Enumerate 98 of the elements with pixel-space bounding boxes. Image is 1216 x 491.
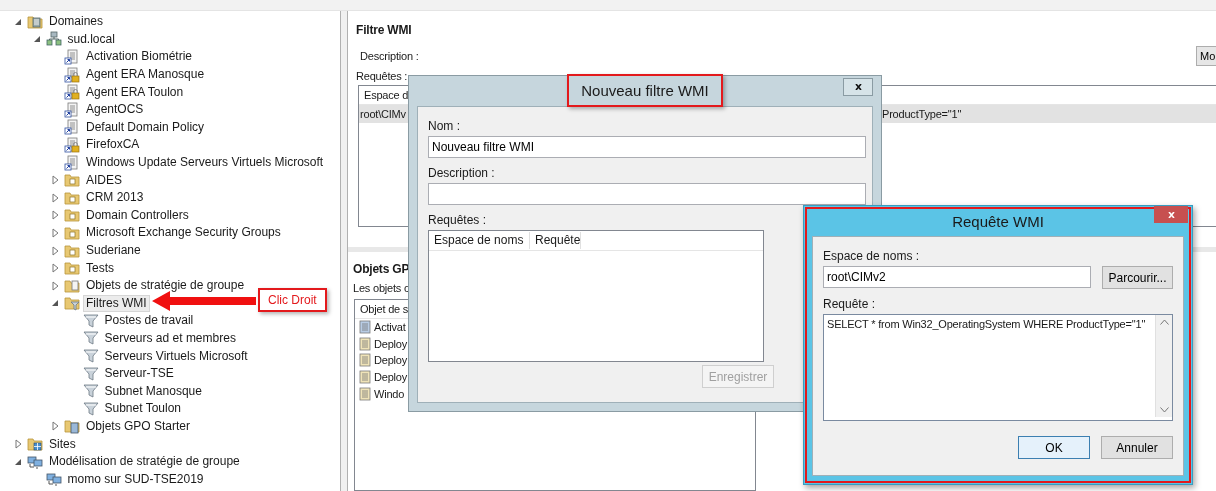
close-icon bbox=[1166, 211, 1176, 218]
close-button[interactable] bbox=[843, 78, 873, 96]
tree-item[interactable]: Objets GPO Starter bbox=[83, 417, 194, 435]
list-item[interactable]: Deploy bbox=[374, 337, 408, 350]
queries-label: Requêtes : bbox=[356, 70, 409, 82]
tree-item[interactable]: Suderiane bbox=[83, 242, 144, 259]
folder-document-icon bbox=[64, 418, 80, 435]
list-item[interactable]: Windo bbox=[374, 387, 405, 400]
expand-toggle[interactable] bbox=[49, 244, 61, 257]
field-label: Requête : bbox=[823, 297, 877, 311]
scroll-icon bbox=[358, 386, 372, 401]
folder-icon bbox=[64, 260, 80, 277]
expand-toggle[interactable] bbox=[49, 174, 61, 187]
tree-item[interactable]: Agent ERA Manosque bbox=[83, 66, 208, 84]
tree-item[interactable]: Microsoft Exchange Security Groups bbox=[83, 224, 284, 242]
folder-document-icon bbox=[64, 277, 80, 294]
funnel-icon bbox=[82, 348, 99, 365]
tree-item[interactable]: Domaines bbox=[46, 13, 107, 31]
scroll-icon bbox=[358, 320, 372, 335]
list-item[interactable]: Deploy bbox=[374, 371, 408, 384]
tree-item[interactable]: momo sur SUD-TSE2019 bbox=[64, 470, 207, 488]
tree-item[interactable]: Sites bbox=[46, 435, 79, 453]
funnel-icon bbox=[82, 312, 99, 329]
dialog-title: Nouveau filtre WMI bbox=[567, 73, 723, 107]
scroll-up-icon bbox=[1159, 319, 1169, 325]
description-field[interactable] bbox=[428, 183, 866, 205]
query-field[interactable]: SELECT * from Win32_OperatingSystem WHERE ProductType="1" bbox=[823, 314, 1173, 421]
column-header[interactable]: Requête bbox=[530, 232, 582, 249]
expand-toggle[interactable] bbox=[49, 420, 61, 433]
folder-grid-icon bbox=[27, 436, 43, 453]
funnel-icon bbox=[82, 383, 99, 400]
tree-item[interactable]: Subnet Toulon bbox=[101, 400, 184, 418]
dialog-title: Requête WMI bbox=[951, 211, 1045, 232]
table-cell-text: root\CIMv bbox=[359, 108, 407, 120]
section-title: Filtre WMI bbox=[356, 23, 413, 37]
folder-icon bbox=[64, 224, 80, 241]
tree-item[interactable]: sud.local bbox=[64, 30, 118, 48]
scrollbar[interactable] bbox=[1155, 315, 1172, 417]
tree-item[interactable]: AgentOCS bbox=[83, 101, 147, 119]
scroll-icon bbox=[358, 336, 372, 351]
tree-item[interactable]: Serveur-TSE bbox=[101, 365, 177, 383]
list-item[interactable]: Deploy bbox=[374, 354, 408, 367]
computers-icon bbox=[27, 453, 43, 470]
browse-button[interactable]: Parcourir... bbox=[1102, 266, 1173, 289]
namespace-field[interactable]: root\CIMv2 bbox=[823, 266, 1092, 288]
pane-splitter[interactable] bbox=[340, 11, 348, 491]
tree-item[interactable]: Activation Biométrie bbox=[83, 48, 196, 66]
tree-item[interactable]: Domain Controllers bbox=[83, 206, 192, 224]
scroll-down-icon bbox=[1159, 407, 1169, 413]
funnel-icon bbox=[82, 365, 99, 382]
ok-button[interactable]: OK bbox=[1018, 436, 1090, 459]
field-label: Requêtes : bbox=[428, 213, 488, 227]
folder-icon bbox=[64, 242, 80, 259]
edit-button[interactable]: Mo bbox=[1196, 46, 1216, 66]
tree-item[interactable]: Default Domain Policy bbox=[83, 118, 208, 136]
folder-icon bbox=[64, 172, 80, 189]
tree-item[interactable]: Windows Update Serveurs Virtuels Microsoft bbox=[83, 154, 327, 172]
forest-icon bbox=[27, 13, 43, 30]
column-header[interactable]: Espace de noms bbox=[429, 232, 530, 249]
list-item[interactable]: Activat bbox=[374, 321, 406, 334]
tree-item[interactable]: Tests bbox=[83, 259, 117, 277]
folder-funnel-icon bbox=[64, 295, 80, 312]
computers-icon bbox=[45, 471, 62, 488]
expand-toggle[interactable] bbox=[49, 209, 61, 222]
expand-toggle[interactable] bbox=[49, 226, 61, 239]
folder-icon bbox=[64, 207, 80, 224]
tree-item[interactable]: CRM 2013 bbox=[83, 189, 147, 207]
field-label: Description : bbox=[428, 166, 496, 180]
callout-label: Clic Droit bbox=[258, 288, 327, 312]
table-cell-text: ProductType="1" bbox=[881, 108, 963, 120]
close-icon bbox=[853, 84, 863, 90]
tree-item[interactable]: Serveurs ad et membres bbox=[101, 330, 239, 347]
cancel-button[interactable]: Annuler bbox=[1101, 436, 1173, 459]
funnel-icon bbox=[82, 400, 99, 417]
domain-icon bbox=[45, 31, 62, 48]
tree-item[interactable]: Modélisation de stratégie de groupe bbox=[46, 453, 243, 471]
tree-item[interactable]: AIDES bbox=[83, 171, 125, 189]
tree-item[interactable]: Agent ERA Toulon bbox=[83, 83, 187, 101]
column-header[interactable]: Objet de s bbox=[355, 303, 409, 315]
tree-item[interactable]: Serveurs Virtuels Microsoft bbox=[101, 347, 251, 365]
tree-item[interactable]: Subnet Manosque bbox=[101, 382, 205, 400]
expand-toggle[interactable] bbox=[49, 262, 61, 275]
scroll-icon bbox=[358, 370, 372, 385]
expand-toggle[interactable] bbox=[49, 191, 61, 204]
expand-toggle[interactable] bbox=[49, 279, 61, 292]
description-label: Description : bbox=[360, 50, 419, 62]
funnel-icon bbox=[82, 330, 99, 347]
tree-item[interactable]: Filtres WMI bbox=[83, 294, 150, 312]
folder-icon bbox=[64, 189, 80, 206]
name-field[interactable]: Nouveau filtre WMI bbox=[428, 136, 866, 158]
scroll-icon bbox=[358, 353, 372, 368]
tree-item[interactable]: Objets de stratégie de groupe bbox=[83, 277, 248, 295]
column-header[interactable]: Espace d bbox=[359, 89, 409, 101]
expand-toggle[interactable] bbox=[12, 438, 24, 451]
tree-item[interactable]: FirefoxCA bbox=[83, 136, 143, 154]
field-label: Nom : bbox=[428, 119, 461, 133]
field-label: Espace de noms : bbox=[823, 249, 921, 263]
tree-item[interactable]: Postes de travail bbox=[101, 312, 197, 330]
